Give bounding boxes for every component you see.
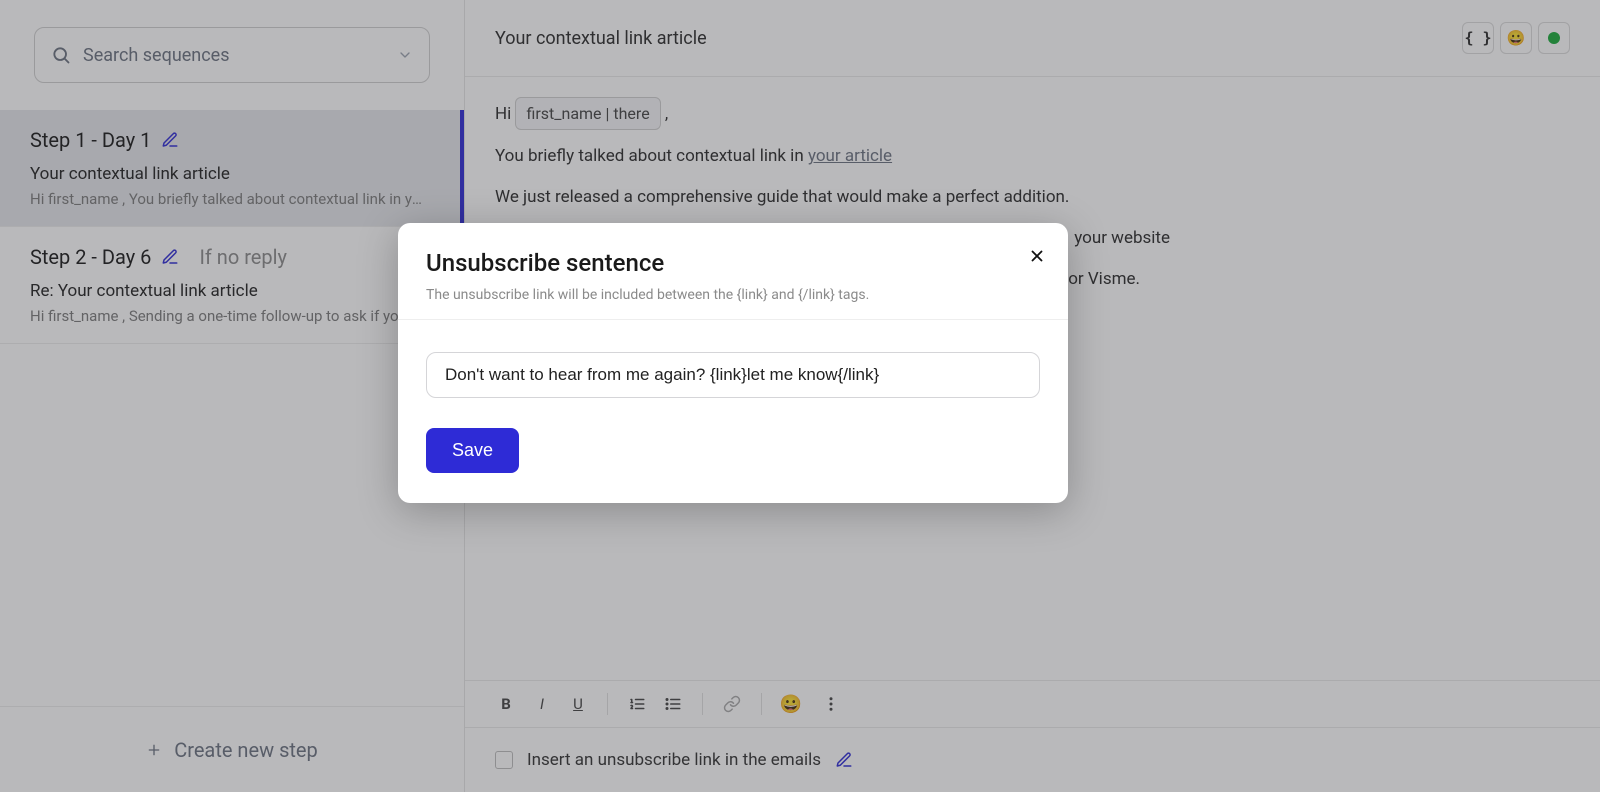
modal-footer: Save	[398, 406, 1068, 503]
unsubscribe-sentence-input[interactable]	[426, 352, 1040, 398]
modal-header: Unsubscribe sentence The unsubscribe lin…	[398, 223, 1068, 319]
modal-close-button[interactable]	[1028, 247, 1046, 265]
save-button[interactable]: Save	[426, 428, 519, 473]
unsubscribe-sentence-modal: Unsubscribe sentence The unsubscribe lin…	[398, 223, 1068, 503]
modal-description: The unsubscribe link will be included be…	[426, 287, 1040, 303]
modal-body	[398, 320, 1068, 406]
modal-title: Unsubscribe sentence	[426, 249, 1040, 277]
